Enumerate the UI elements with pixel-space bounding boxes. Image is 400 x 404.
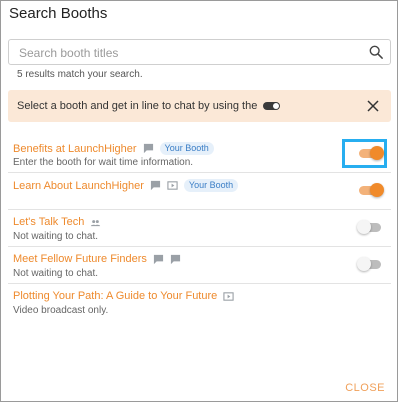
toggle-icon xyxy=(263,102,281,111)
booth-title[interactable]: Meet Fellow Future Finders xyxy=(13,253,147,265)
close-button[interactable]: CLOSE xyxy=(345,382,385,394)
chat-icon xyxy=(150,180,160,191)
results-count: 5 results match your search. xyxy=(17,69,143,80)
booth-subtitle: Video broadcast only. xyxy=(13,305,109,316)
queue-toggle[interactable] xyxy=(357,257,381,271)
chat-icon xyxy=(170,254,180,264)
your-booth-badge: Your Booth xyxy=(159,142,214,155)
toggle-knob xyxy=(370,183,384,197)
close-icon[interactable] xyxy=(367,100,379,112)
search-box xyxy=(8,39,391,65)
booth-title[interactable]: Let's Talk Tech xyxy=(13,216,84,228)
booth-title[interactable]: Benefits at LaunchHigher xyxy=(13,143,137,155)
booth-subtitle: Not waiting to chat. xyxy=(13,268,99,279)
booth-row: Let's Talk Tech Not waiting to chat. xyxy=(8,210,391,247)
booth-subtitle: Enter the booth for wait time informatio… xyxy=(13,157,194,168)
chat-icon xyxy=(153,254,163,264)
dialog-title: Search Booths xyxy=(9,5,108,22)
toggle-knob xyxy=(357,257,371,271)
booth-row: Learn About LaunchHigher Your Booth xyxy=(8,173,391,210)
booth-row: Benefits at LaunchHigher Your Booth Ente… xyxy=(8,136,391,173)
banner-text: Select a booth and get in line to chat b… xyxy=(17,100,258,112)
booth-title[interactable]: Plotting Your Path: A Guide to Your Futu… xyxy=(13,290,217,302)
toggle-knob xyxy=(357,220,371,234)
booth-subtitle: Not waiting to chat. xyxy=(13,231,99,242)
search-input[interactable] xyxy=(17,44,361,62)
search-icon[interactable] xyxy=(369,45,383,59)
group-icon xyxy=(91,219,101,226)
your-booth-badge: Your Booth xyxy=(183,179,239,192)
toggle-knob xyxy=(370,146,384,160)
queue-toggle[interactable] xyxy=(359,146,384,160)
video-icon xyxy=(223,291,234,301)
info-banner: Select a booth and get in line to chat b… xyxy=(8,90,391,122)
banner-message: Select a booth and get in line to chat b… xyxy=(17,100,281,112)
booth-row: Meet Fellow Future Finders Not waiting t… xyxy=(8,247,391,284)
queue-toggle[interactable] xyxy=(357,220,381,234)
booth-title[interactable]: Learn About LaunchHigher xyxy=(13,180,144,192)
video-icon xyxy=(167,181,178,190)
booth-list: Benefits at LaunchHigher Your Booth Ente… xyxy=(8,136,391,321)
chat-icon xyxy=(143,143,153,154)
booth-row: Plotting Your Path: A Guide to Your Futu… xyxy=(8,284,391,321)
search-booths-dialog: Search Booths 5 results match your searc… xyxy=(0,0,398,402)
queue-toggle[interactable] xyxy=(359,183,384,197)
